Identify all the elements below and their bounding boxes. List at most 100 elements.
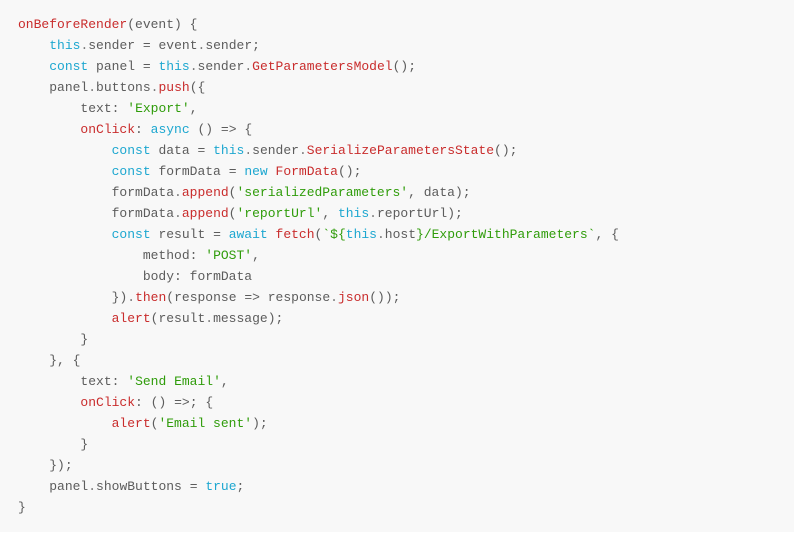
colon: : (174, 269, 182, 284)
indent (18, 269, 143, 284)
op: = (143, 38, 151, 53)
dot: . (127, 290, 135, 305)
keyword-this: this (159, 59, 190, 74)
dot: . (299, 143, 307, 158)
op: = (190, 479, 198, 494)
indent (18, 227, 112, 242)
indent (18, 290, 112, 305)
paren: ) (57, 458, 65, 473)
keyword-true: true (205, 479, 236, 494)
space (135, 38, 143, 53)
space (182, 17, 190, 32)
prop: text (80, 374, 111, 389)
tmpl: }/ExportWithParameters` (416, 227, 595, 242)
paren: ) (205, 122, 213, 137)
semi: ; (354, 164, 362, 179)
brace: } (80, 437, 88, 452)
method: push (158, 80, 189, 95)
brace: { (205, 395, 213, 410)
paren: ( (369, 290, 377, 305)
indent (18, 332, 80, 347)
indent (18, 80, 49, 95)
paren: ) (268, 311, 276, 326)
keyword-this: this (49, 38, 80, 53)
keyword-const: const (112, 143, 151, 158)
keyword-this: this (213, 143, 244, 158)
prop: sender (205, 38, 252, 53)
indent (18, 395, 80, 410)
fn: fetch (276, 227, 315, 242)
indent (18, 479, 49, 494)
method: then (135, 290, 166, 305)
arrow: => (174, 395, 190, 410)
prop: buttons (96, 80, 151, 95)
var: response (268, 290, 330, 305)
space (182, 269, 190, 284)
semi: ; (393, 290, 401, 305)
prop: reportUrl (377, 206, 447, 221)
prop: showButtons (96, 479, 182, 494)
prop: text (80, 101, 111, 116)
fn: alert (112, 311, 151, 326)
indent (18, 164, 112, 179)
indent (18, 59, 49, 74)
string: 'serializedParameters' (236, 185, 408, 200)
dot: . (244, 143, 252, 158)
prop: onClick (80, 122, 135, 137)
indent (18, 101, 80, 116)
paren: ) (502, 143, 510, 158)
dot: . (377, 227, 385, 242)
brace-close: } (18, 500, 26, 515)
space (603, 227, 611, 242)
paren: ( (190, 80, 198, 95)
indent (18, 248, 143, 263)
indent (18, 458, 49, 473)
var: formData (158, 164, 220, 179)
var: result (158, 227, 205, 242)
paren: ) (385, 290, 393, 305)
space (143, 122, 151, 137)
var: panel (49, 479, 88, 494)
tmpl: `${ (322, 227, 345, 242)
comma: , (190, 101, 198, 116)
space (221, 227, 229, 242)
keyword-await: await (229, 227, 268, 242)
comma: , (408, 185, 416, 200)
code-block: onBeforeRender(event) { this.sender = ev… (0, 0, 794, 532)
brace: } (49, 353, 57, 368)
space (151, 38, 159, 53)
var: panel (96, 59, 135, 74)
brace: } (80, 332, 88, 347)
indent (18, 374, 80, 389)
semi: ; (237, 479, 245, 494)
dot: . (88, 479, 96, 494)
indent (18, 122, 80, 137)
fn: alert (112, 416, 151, 431)
op: = (143, 59, 151, 74)
paren: ) (455, 185, 463, 200)
keyword-async: async (151, 122, 190, 137)
paren: ) (447, 206, 455, 221)
prop: body (143, 269, 174, 284)
method: append (182, 206, 229, 221)
comma: , (322, 206, 330, 221)
comma: , (57, 353, 65, 368)
prop: onClick (80, 395, 135, 410)
dot: . (330, 290, 338, 305)
prop: message (213, 311, 268, 326)
paren: ) (252, 416, 260, 431)
param: event (135, 17, 174, 32)
keyword-const: const (112, 227, 151, 242)
indent (18, 143, 112, 158)
semi: ; (408, 59, 416, 74)
dot: . (205, 311, 213, 326)
arrow: => (221, 122, 237, 137)
paren: ( (338, 164, 346, 179)
brace: { (611, 227, 619, 242)
prop: host (385, 227, 416, 242)
paren: ( (166, 290, 174, 305)
space (143, 395, 151, 410)
dot: . (190, 59, 198, 74)
dot: . (244, 59, 252, 74)
op: = (213, 227, 221, 242)
